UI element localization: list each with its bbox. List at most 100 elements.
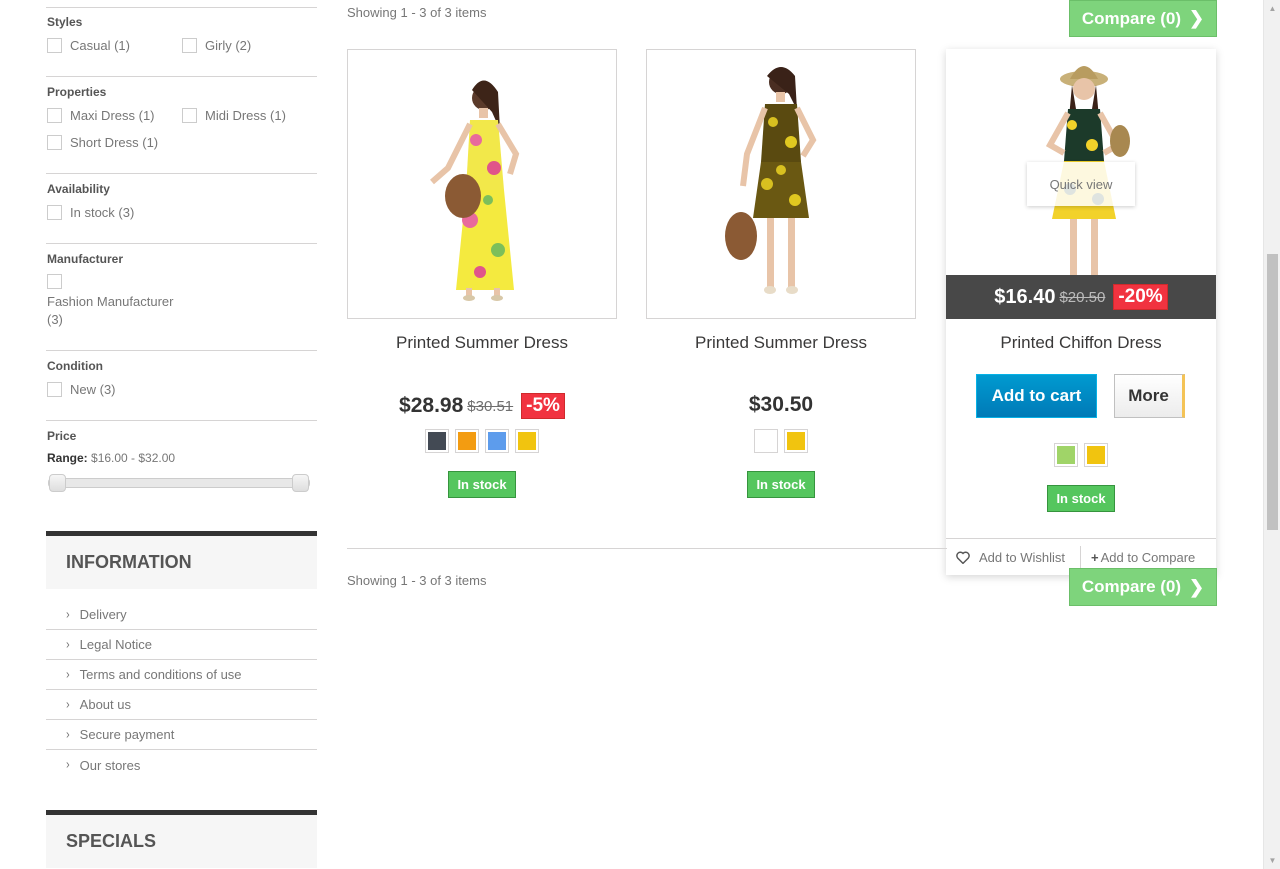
info-link-legal-notice[interactable]: › Legal Notice: [46, 630, 317, 660]
compare-label[interactable]: Compare (0): [1082, 9, 1181, 29]
availability-badge: In stock: [448, 471, 516, 498]
filter-short-dress-checkbox[interactable]: Short Dress (1): [47, 135, 158, 151]
filter-label: Midi Dress (1): [205, 108, 286, 123]
chevron-right-icon: ›: [66, 607, 70, 622]
discount-badge: -20%: [1113, 284, 1168, 310]
compare-label[interactable]: Compare (0): [1082, 577, 1181, 597]
scrollbar-thumb[interactable]: [1267, 254, 1278, 530]
old-price: $20.50: [1059, 288, 1106, 306]
filter-fashion-manufacturer-checkbox[interactable]: [47, 274, 62, 289]
filter-in-stock-checkbox[interactable]: In stock (3): [47, 205, 134, 221]
filter-condition: [46, 350, 317, 351]
info-link-terms[interactable]: › Terms and conditions of use: [46, 660, 317, 690]
checkbox-box[interactable]: [47, 108, 62, 123]
info-link-our-stores[interactable]: › Our stores: [46, 750, 317, 780]
info-link-label[interactable]: Our stores: [80, 758, 141, 773]
color-swatch[interactable]: [515, 429, 539, 453]
product-image[interactable]: [646, 49, 916, 319]
checkbox-box[interactable]: [47, 38, 62, 53]
chevron-right-icon: ›: [66, 667, 70, 682]
price-overlay: $16.40 $20.50 -20%: [946, 275, 1216, 319]
filter-properties: [46, 76, 317, 77]
dress-photo-icon: [430, 80, 520, 301]
price-slider-track[interactable]: [48, 478, 310, 488]
color-swatch[interactable]: [754, 429, 778, 453]
swatch-fill: [428, 432, 446, 450]
checkbox-box[interactable]: [47, 205, 62, 220]
color-swatch[interactable]: [485, 429, 509, 453]
heart-icon: [956, 551, 970, 564]
more-button[interactable]: More: [1114, 374, 1185, 418]
availability-badge: In stock: [747, 471, 815, 498]
filter-maxi-dress-checkbox[interactable]: Maxi Dress (1): [47, 108, 155, 124]
product-name[interactable]: Printed Chiffon Dress: [946, 333, 1216, 353]
swatch-fill: [757, 432, 775, 450]
checkbox-box[interactable]: [182, 108, 197, 123]
specials-title[interactable]: SPECIALS: [66, 831, 156, 852]
color-swatch[interactable]: [455, 429, 479, 453]
compare-button-top[interactable]: Compare (0) ❯: [1069, 0, 1217, 37]
filter-label: Short Dress (1): [70, 135, 159, 150]
info-link-secure-payment[interactable]: › Secure payment: [46, 720, 317, 750]
checkbox-box[interactable]: [47, 135, 62, 150]
price-range-label: Range:: [47, 451, 88, 465]
filter-girly-checkbox[interactable]: Girly (2): [182, 38, 251, 54]
color-swatch[interactable]: [1084, 443, 1108, 467]
filter-new-checkbox[interactable]: New (3): [47, 382, 116, 398]
showing-count-top: Showing 1 - 3 of 3 items: [347, 5, 487, 20]
chevron-right-icon: ❯: [1189, 576, 1205, 597]
quick-view-button[interactable]: Quick view: [1027, 162, 1135, 206]
checkbox-box[interactable]: [47, 274, 62, 289]
price-slider-min-handle[interactable]: [49, 474, 66, 492]
filter-label: In stock (3): [70, 205, 135, 220]
color-swatch[interactable]: [784, 429, 808, 453]
information-title[interactable]: INFORMATION: [66, 552, 192, 573]
vertical-scrollbar[interactable]: ▲ ▼: [1263, 0, 1280, 869]
filter-price: [46, 420, 317, 421]
scroll-down-arrow-icon[interactable]: ▼: [1264, 852, 1280, 869]
color-swatches: [946, 443, 1216, 467]
filter-midi-dress-checkbox[interactable]: Midi Dress (1): [182, 108, 286, 124]
price-row: $28.98 $30.51 -5%: [347, 393, 617, 419]
color-swatch[interactable]: [425, 429, 449, 453]
compare-button-bottom[interactable]: Compare (0) ❯: [1069, 568, 1217, 606]
chevron-right-icon: ›: [66, 727, 70, 742]
price-row: $30.50: [646, 393, 916, 417]
add-to-wishlist-button[interactable]: Add to Wishlist: [946, 546, 1081, 568]
product-image[interactable]: Quick view $16.40 $20.50 -20%: [946, 49, 1216, 319]
info-link-delivery[interactable]: › Delivery: [46, 600, 317, 630]
color-swatch[interactable]: [1054, 443, 1078, 467]
filter-manufacturer: [46, 243, 317, 244]
filter-availability: [46, 173, 317, 174]
price-slider-max-handle[interactable]: [292, 474, 309, 492]
filter-label: Maxi Dress (1): [70, 108, 155, 123]
scroll-up-arrow-icon[interactable]: ▲: [1264, 0, 1280, 17]
information-block-title[interactable]: INFORMATION: [46, 531, 317, 589]
swatch-fill: [1057, 446, 1075, 464]
info-link-label[interactable]: About us: [80, 697, 131, 712]
info-link-about-us[interactable]: › About us: [46, 690, 317, 720]
checkbox-box[interactable]: [182, 38, 197, 53]
content-divider: [347, 548, 947, 549]
filter-price-title: Price: [47, 429, 77, 443]
chevron-right-icon: ❯: [1189, 8, 1205, 28]
filter-label: Girly (2): [205, 38, 252, 53]
info-link-label[interactable]: Secure payment: [80, 727, 175, 742]
add-to-cart-button[interactable]: Add to cart: [976, 374, 1097, 418]
product-name[interactable]: Printed Summer Dress: [347, 333, 617, 353]
compare-link-label[interactable]: Add to Compare: [1101, 550, 1196, 565]
showing-count-bottom: Showing 1 - 3 of 3 items: [347, 573, 487, 588]
wishlist-label[interactable]: Add to Wishlist: [979, 550, 1065, 565]
checkbox-box[interactable]: [47, 382, 62, 397]
info-link-label[interactable]: Terms and conditions of use: [80, 667, 242, 682]
swatch-fill: [488, 432, 506, 450]
old-price: $30.51: [467, 397, 514, 415]
filter-casual-checkbox[interactable]: Casual (1): [47, 38, 130, 54]
info-link-label[interactable]: Legal Notice: [80, 637, 152, 652]
info-link-label[interactable]: Delivery: [80, 607, 127, 622]
filter-label: New (3): [70, 382, 116, 397]
dress-photo-icon: [725, 67, 817, 294]
product-image[interactable]: [347, 49, 617, 319]
product-name[interactable]: Printed Summer Dress: [646, 333, 916, 353]
specials-block-title[interactable]: SPECIALS: [46, 810, 317, 868]
